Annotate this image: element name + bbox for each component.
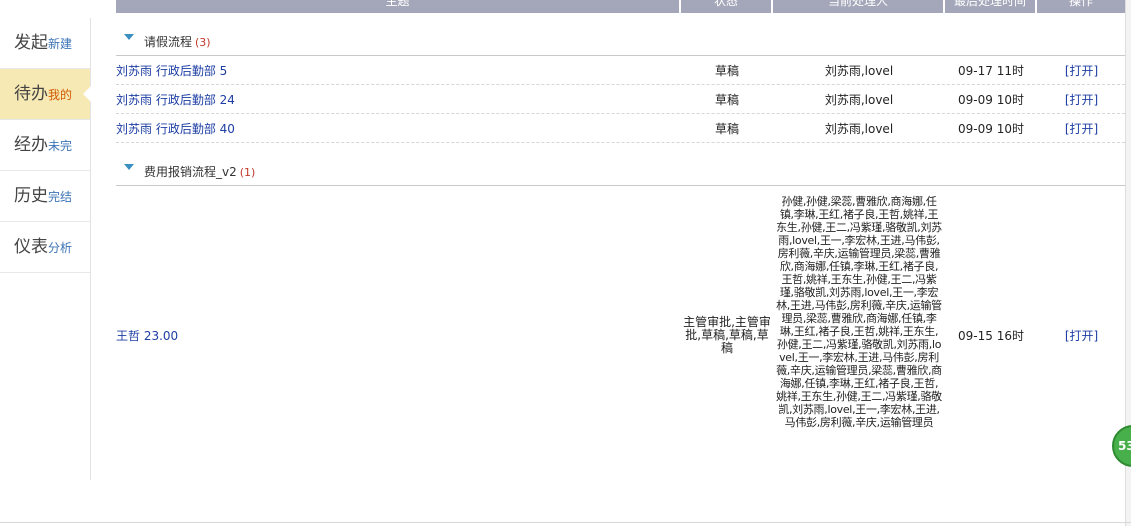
table-row: 王哲 23.00 主管审批,主管审批,草稿,草稿,草稿 孙健,孙健,梁蕊,曹雅欣… [116,186,1125,484]
row-time: 09-15 16时 [958,328,1024,343]
bottom-divider [0,522,1131,523]
nav-item-main-label: 经办 [14,135,48,155]
row-status: 草稿 [714,92,739,107]
row-subject-link[interactable]: 刘苏雨 行政后勤部 24 [116,85,676,113]
table-row: 刘苏雨 行政后勤部 5 草稿 刘苏雨,lovel 09-17 11时 [打开] [116,56,1125,85]
collapse-triangle-icon[interactable] [124,34,134,40]
header-action[interactable]: 操作 [1037,0,1125,13]
nav-item-dashboard[interactable]: 仪表分析 [0,222,90,273]
row-subject-link[interactable]: 王哲 23.00 [116,186,676,484]
row-time: 09-17 11时 [958,63,1024,78]
nav-item-main-label: 待办 [14,84,48,104]
task-table: 主题 状态 当前处理人 最后处理时间 操作 请假流程 (3) 刘苏雨 行政后勤部 … [116,0,1125,484]
group-count: (1) [239,166,256,179]
nav-item-sub-label: 我的 [48,88,73,102]
nav-item-sub-label: 未完 [48,139,73,153]
row-status: 主管审批,主管审批,草稿,草稿,草稿 [683,314,771,355]
table-row: 刘苏雨 行政后勤部 24 草稿 刘苏雨,lovel 09-09 10时 [打开] [116,85,1125,114]
group-title: 费用报销流程_v2 (1) [144,163,255,180]
row-subject-link[interactable]: 刘苏雨 行政后勤部 40 [116,114,676,142]
row-time: 09-09 10时 [958,121,1024,136]
row-status: 草稿 [714,121,739,136]
open-link[interactable]: [打开] [1038,85,1125,113]
table-row: 刘苏雨 行政后勤部 40 草稿 刘苏雨,lovel 09-09 10时 [打开] [116,114,1125,143]
header-subject[interactable]: 主题 [116,0,681,13]
row-handler: 刘苏雨,lovel [824,63,894,78]
nav-item-initiate[interactable]: 发起新建 [0,18,90,69]
row-status: 草稿 [714,63,739,78]
group-name: 费用报销流程_v2 [144,165,237,179]
group-name: 请假流程 [144,35,193,49]
collapse-triangle-icon[interactable] [124,164,134,170]
open-link[interactable]: [打开] [1038,56,1125,84]
table-header: 主题 状态 当前处理人 最后处理时间 操作 [116,0,1125,13]
nav-item-sub-label: 新建 [48,37,73,51]
row-subject-link[interactable]: 刘苏雨 行政后勤部 5 [116,56,676,84]
group-title: 请假流程 (3) [144,33,211,50]
row-handler: 孙健,孙健,梁蕊,曹雅欣,商海娜,任镇,李琳,王红,褚子良,王哲,姚祥,王东生,… [776,195,942,429]
row-time: 09-09 10时 [958,92,1024,107]
group-header-expense[interactable]: 费用报销流程_v2 (1) [116,143,1125,186]
nav-item-sub-label: 分析 [48,241,73,255]
group-count: (3) [195,36,211,49]
nav-item-main-label: 历史 [14,186,48,206]
header-handler[interactable]: 当前处理人 [773,0,945,13]
group-header-leave[interactable]: 请假流程 (3) [116,13,1125,56]
header-last-time[interactable]: 最后处理时间 [945,0,1037,13]
row-handler: 刘苏雨,lovel [824,92,894,107]
nav-item-handled[interactable]: 经办未完 [0,120,90,171]
open-link[interactable]: [打开] [1038,114,1125,142]
nav-item-sub-label: 完结 [48,190,73,204]
nav-item-main-label: 发起 [14,33,48,53]
header-status[interactable]: 状态 [681,0,773,13]
nav-item-history[interactable]: 历史完结 [0,171,90,222]
nav-item-todo[interactable]: 待办我的 [0,69,91,120]
left-nav: 发起新建 待办我的 经办未完 历史完结 仪表分析 [0,18,91,480]
nav-item-main-label: 仪表 [14,237,48,257]
row-handler: 刘苏雨,lovel [824,121,894,136]
active-pointer-icon [83,86,91,102]
